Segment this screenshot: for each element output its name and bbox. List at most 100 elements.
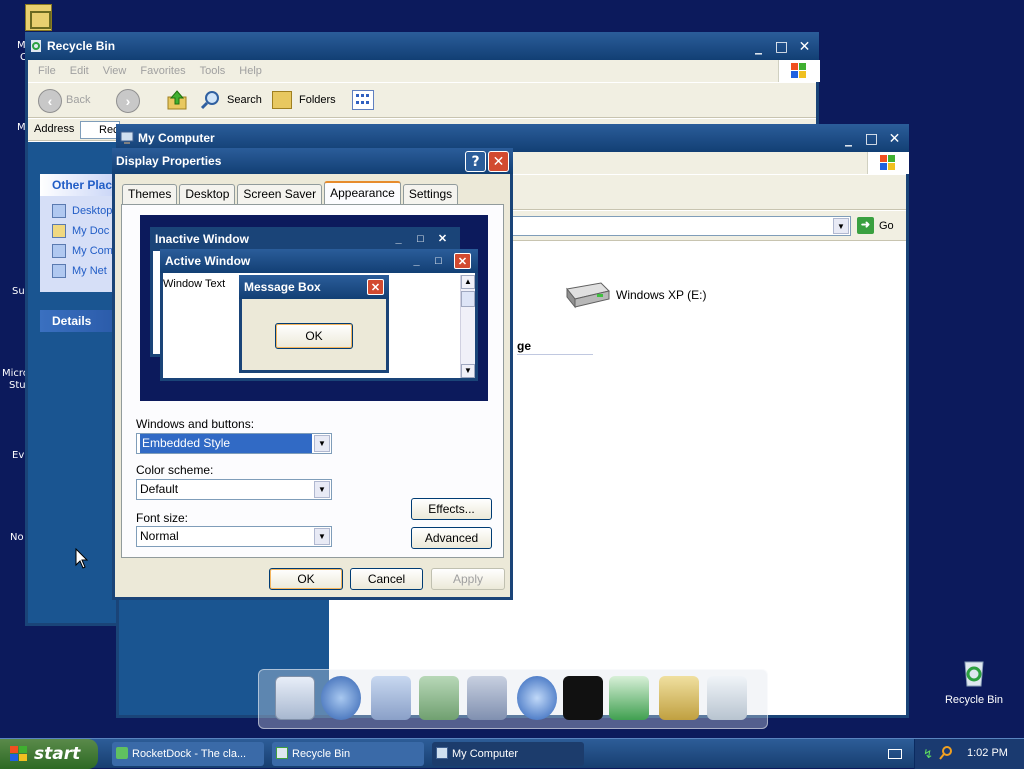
globe-network-icon[interactable] [321, 676, 361, 720]
details-header[interactable]: Details [40, 310, 120, 332]
menu-help[interactable]: Help [239, 65, 262, 77]
appearance-panel: Inactive Window _ □ ✕ Active Window _ □ … [121, 204, 504, 558]
menu-edit[interactable]: Edit [70, 65, 89, 77]
taskbar-item-label: RocketDock - The cla... [132, 748, 247, 760]
network-tray-icon[interactable]: ↯ [923, 747, 935, 761]
back-arrow-icon[interactable]: ‹ [38, 89, 62, 113]
rocketdock [258, 669, 768, 729]
color-scheme-value: Default [140, 482, 179, 496]
menu-favorites[interactable]: Favorites [140, 65, 185, 77]
tshirt-icon[interactable] [563, 676, 603, 720]
up-folder-icon[interactable] [166, 89, 188, 111]
mouse-cursor-icon [75, 547, 89, 573]
preview-window-text: Window Text [163, 278, 226, 290]
cancel-button[interactable]: Cancel [350, 568, 423, 590]
folders-label[interactable]: Folders [299, 94, 336, 106]
preview-minimize-icon: _ [395, 233, 402, 245]
tab-screen-saver[interactable]: Screen Saver [237, 184, 323, 204]
minimize-button[interactable]: _ [838, 128, 859, 149]
minimize-button[interactable]: _ [748, 36, 769, 57]
address-field[interactable]: ▼ [499, 216, 851, 236]
network-icon [52, 264, 66, 278]
address-dropdown-arrow-icon[interactable]: ▼ [833, 218, 849, 234]
recycle-bin-titlebar[interactable]: Recycle Bin _ □ ✕ [25, 32, 819, 60]
recycle-bin-desktop-label: Recycle Bin [944, 694, 1004, 706]
internet-globe-icon[interactable] [517, 676, 557, 720]
menu-tools[interactable]: Tools [200, 65, 226, 77]
desktop-label-fragment: Su [12, 286, 25, 297]
music-folder-icon[interactable] [419, 676, 459, 720]
tools-icon[interactable] [659, 676, 699, 720]
effects-button[interactable]: Effects... [411, 498, 492, 520]
hard-drive-icon[interactable] [563, 279, 611, 309]
desktop-label-fragment: Stu [9, 380, 26, 391]
search-tray-icon[interactable] [939, 745, 953, 760]
tab-settings[interactable]: Settings [402, 184, 459, 204]
menu-view[interactable]: View [103, 65, 127, 77]
back-label[interactable]: Back [66, 94, 90, 106]
close-button[interactable]: ✕ [884, 128, 905, 149]
start-button[interactable]: start [0, 739, 98, 769]
other-places-network[interactable]: My Net [52, 264, 107, 278]
font-size-value: Normal [140, 529, 179, 543]
taskbar-item-rocketdock[interactable]: RocketDock - The cla... [112, 742, 264, 766]
taskbar-item-my-computer[interactable]: My Computer [432, 742, 584, 766]
ok-button[interactable]: OK [269, 568, 343, 590]
address-field[interactable]: Rec [80, 121, 120, 139]
preview-minimize-icon: _ [413, 255, 420, 267]
drive-label[interactable]: Windows XP (E:) [616, 288, 706, 302]
tab-themes[interactable]: Themes [122, 184, 178, 204]
go-label[interactable]: Go [879, 220, 894, 232]
window-title: My Computer [138, 131, 215, 145]
other-places-desktop[interactable]: Desktop [52, 204, 112, 218]
preview-ok-button: OK [275, 323, 353, 349]
color-scheme-select[interactable]: Default ▼ [136, 479, 332, 500]
keyboard-icon[interactable] [888, 749, 902, 759]
close-button[interactable]: ✕ [794, 36, 815, 57]
windows-buttons-label: Windows and buttons: [136, 417, 255, 431]
folders-icon[interactable] [272, 91, 292, 109]
maximize-button[interactable]: □ [771, 36, 792, 57]
windows-buttons-select[interactable]: Embedded Style ▼ [136, 433, 332, 454]
forward-arrow-icon[interactable]: › [116, 89, 140, 113]
other-places-computer[interactable]: My Com [52, 244, 113, 258]
help-button[interactable]: ? [465, 151, 486, 172]
my-computer-small-icon [436, 747, 448, 759]
maximize-button[interactable]: □ [861, 128, 882, 149]
clock[interactable]: 1:02 PM [967, 747, 1008, 759]
windows-logo-icon [867, 152, 909, 174]
close-button[interactable]: ✕ [488, 151, 509, 172]
other-places-header[interactable]: Other Plac [40, 174, 120, 196]
menu-file[interactable]: File [38, 65, 56, 77]
toolbar: ‹ Back › Search Folders [28, 82, 816, 118]
apply-button[interactable]: Apply [431, 568, 505, 590]
preview-close-icon: ✕ [437, 233, 448, 245]
dropdown-arrow-icon[interactable]: ▼ [314, 435, 330, 452]
taskbar-item-recycle-bin[interactable]: Recycle Bin [272, 742, 424, 766]
documents-folder-icon[interactable] [371, 676, 411, 720]
monitor-icon[interactable] [275, 676, 315, 720]
tab-appearance[interactable]: Appearance [324, 181, 401, 204]
recycle-bin-title-icon [31, 40, 41, 52]
desktop-folder-icon[interactable] [25, 4, 52, 31]
desktop-label-fragment: No [10, 532, 24, 543]
dropdown-arrow-icon[interactable]: ▼ [314, 481, 330, 498]
font-size-select[interactable]: Normal ▼ [136, 526, 332, 547]
taskbar-item-label: My Computer [452, 748, 519, 760]
dropdown-arrow-icon[interactable]: ▼ [314, 528, 330, 545]
go-arrow-icon[interactable]: ➜ [857, 217, 874, 234]
advanced-button[interactable]: Advanced [411, 527, 492, 549]
recycle-icon[interactable] [609, 676, 649, 720]
pictures-folder-icon[interactable] [467, 676, 507, 720]
scroll-down-icon: ▼ [461, 364, 475, 378]
computer-icon [52, 244, 66, 258]
search-icon[interactable] [200, 90, 220, 110]
dialog-titlebar[interactable]: Display Properties ? ✕ [112, 148, 513, 174]
color-scheme-label: Color scheme: [136, 463, 214, 477]
other-places-documents[interactable]: My Doc [52, 224, 109, 238]
views-icon[interactable] [352, 90, 374, 110]
tab-desktop[interactable]: Desktop [179, 184, 236, 204]
recycle-bin-desktop-icon[interactable] [958, 656, 990, 688]
search-label[interactable]: Search [227, 94, 262, 106]
trash-can-icon[interactable] [707, 676, 747, 720]
